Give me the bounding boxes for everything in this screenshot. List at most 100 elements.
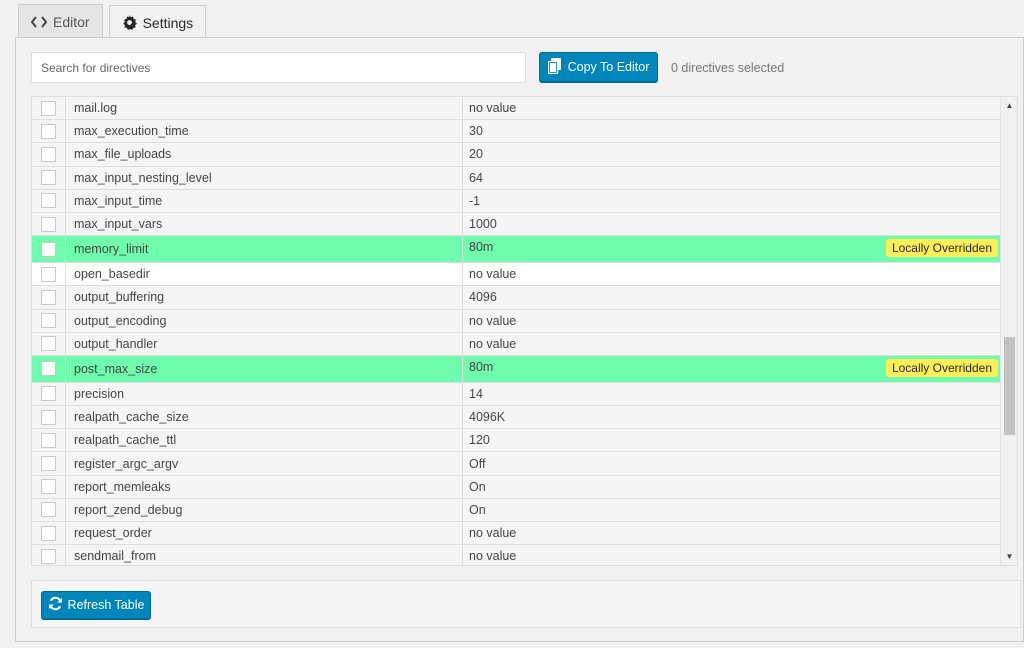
table-row: report_memleaks On bbox=[32, 475, 1002, 499]
directive-value: On bbox=[469, 502, 486, 517]
directive-value: no value bbox=[469, 549, 517, 564]
scroll-down-icon[interactable]: ▼ bbox=[1001, 548, 1017, 565]
tab-editor[interactable]: Editor bbox=[18, 4, 103, 38]
row-checkbox[interactable] bbox=[41, 386, 56, 402]
table-body: mail.log no value max_execution_time 30 max_… bbox=[32, 97, 1002, 565]
table-row: post_max_size 80m Locally Overridden bbox=[32, 355, 1002, 383]
directive-name: open_basedir bbox=[66, 263, 463, 286]
scrollbar-thumb[interactable] bbox=[1004, 337, 1015, 435]
table-scrollbar[interactable]: ▲ ▼ bbox=[1000, 97, 1017, 565]
directive-value-cell: 120 bbox=[463, 429, 1002, 451]
directive-name: post_max_size bbox=[66, 355, 463, 382]
table-footer: Refresh Table bbox=[31, 580, 1021, 628]
table-row: output_encoding no value bbox=[32, 309, 1002, 333]
row-checkbox[interactable] bbox=[41, 313, 56, 329]
directive-name: mail.log bbox=[66, 97, 463, 120]
row-checkbox[interactable] bbox=[41, 170, 56, 186]
directive-value-cell: 80m Locally Overridden bbox=[463, 236, 1002, 262]
row-checkbox[interactable] bbox=[41, 502, 56, 518]
directive-value: 64 bbox=[469, 170, 483, 185]
row-select-cell bbox=[32, 452, 66, 475]
row-checkbox[interactable] bbox=[41, 216, 56, 232]
directive-name: precision bbox=[66, 382, 463, 406]
row-checkbox[interactable] bbox=[41, 336, 56, 352]
directive-value: Off bbox=[469, 456, 486, 471]
table-row: realpath_cache_ttl 120 bbox=[32, 429, 1002, 453]
search-input[interactable] bbox=[31, 52, 526, 83]
row-checkbox[interactable] bbox=[41, 409, 56, 425]
copy-icon bbox=[547, 57, 568, 77]
row-select-cell bbox=[32, 212, 66, 236]
row-select-cell bbox=[32, 263, 66, 286]
code-icon bbox=[31, 15, 47, 28]
directive-value-cell: no value bbox=[463, 545, 1002, 565]
tab-bar: Editor Settings bbox=[18, 4, 212, 39]
directive-name: max_file_uploads bbox=[66, 143, 463, 166]
directive-name: report_zend_debug bbox=[66, 498, 463, 521]
gear-icon bbox=[122, 15, 137, 30]
directive-value-cell: 20 bbox=[463, 143, 1002, 165]
table-row: max_input_vars 1000 bbox=[32, 212, 1002, 237]
table-row: register_argc_argv Off bbox=[32, 452, 1002, 476]
row-checkbox[interactable] bbox=[41, 289, 56, 305]
directive-name: output_buffering bbox=[66, 286, 463, 309]
row-checkbox[interactable] bbox=[41, 361, 56, 377]
table-row: mail.log no value bbox=[32, 97, 1002, 121]
table-row: max_input_nesting_level 64 bbox=[32, 166, 1002, 190]
directive-value: 4096K bbox=[469, 410, 506, 425]
row-checkbox[interactable] bbox=[41, 123, 56, 139]
directives-table[interactable]: mail.log no value max_execution_time 30 max_… bbox=[31, 96, 1018, 566]
directive-name: request_order bbox=[66, 522, 463, 545]
directive-name: memory_limit bbox=[66, 236, 463, 263]
row-select-cell bbox=[32, 332, 66, 355]
directive-value: 4096 bbox=[469, 290, 497, 305]
row-select-cell bbox=[32, 406, 66, 429]
directive-value-cell: no value bbox=[463, 522, 1002, 544]
directive-name: register_argc_argv bbox=[66, 452, 463, 475]
scroll-up-icon[interactable]: ▲ bbox=[1001, 97, 1017, 114]
row-select-cell bbox=[32, 429, 66, 452]
locally-overridden-badge: Locally Overridden bbox=[885, 239, 998, 258]
row-checkbox[interactable] bbox=[41, 456, 56, 472]
table-row: output_buffering 4096 bbox=[32, 286, 1002, 310]
directive-value: On bbox=[469, 479, 486, 494]
row-checkbox[interactable] bbox=[41, 479, 56, 495]
row-checkbox[interactable] bbox=[41, 266, 56, 282]
directive-value-cell: no value bbox=[463, 263, 1002, 285]
row-checkbox[interactable] bbox=[41, 525, 56, 541]
copy-to-editor-button[interactable]: Copy To Editor bbox=[539, 52, 658, 82]
directive-value-cell: Off bbox=[463, 452, 1002, 474]
row-checkbox[interactable] bbox=[41, 548, 56, 564]
directive-value-cell: 14 bbox=[463, 383, 1002, 405]
table-row: max_file_uploads 20 bbox=[32, 143, 1002, 167]
row-checkbox[interactable] bbox=[41, 432, 56, 448]
refresh-table-button[interactable]: Refresh Table bbox=[41, 591, 151, 619]
row-checkbox[interactable] bbox=[41, 241, 56, 257]
refresh-icon bbox=[48, 596, 68, 614]
table-row: open_basedir no value bbox=[32, 263, 1002, 287]
table-row: request_order no value bbox=[32, 522, 1002, 546]
row-select-cell bbox=[32, 522, 66, 545]
directive-value-cell: 64 bbox=[463, 167, 1002, 189]
directive-value-cell: -1 bbox=[463, 190, 1002, 212]
refresh-table-label: Refresh Table bbox=[67, 598, 145, 612]
directive-value: 80m bbox=[469, 359, 494, 374]
table-row: report_zend_debug On bbox=[32, 498, 1002, 522]
directive-name: max_input_time bbox=[66, 189, 463, 212]
directive-value: 1000 bbox=[469, 217, 497, 232]
row-select-cell bbox=[32, 355, 66, 382]
directive-value: no value bbox=[469, 526, 517, 541]
directive-name: realpath_cache_size bbox=[66, 406, 463, 429]
selected-count: 0 directives selected bbox=[671, 61, 785, 75]
directive-value-cell: no value bbox=[463, 310, 1002, 332]
table-row: realpath_cache_size 4096K bbox=[32, 406, 1002, 430]
tab-settings[interactable]: Settings bbox=[108, 5, 207, 39]
row-select-cell bbox=[32, 309, 66, 332]
row-checkbox[interactable] bbox=[41, 146, 56, 162]
directive-value-cell: 80m Locally Overridden bbox=[463, 356, 1002, 382]
row-checkbox[interactable] bbox=[41, 193, 56, 209]
table-row: precision 14 bbox=[32, 382, 1002, 407]
row-checkbox[interactable] bbox=[41, 100, 56, 116]
directive-value: 80m bbox=[469, 240, 494, 255]
directive-value-cell: 1000 bbox=[463, 213, 1002, 235]
